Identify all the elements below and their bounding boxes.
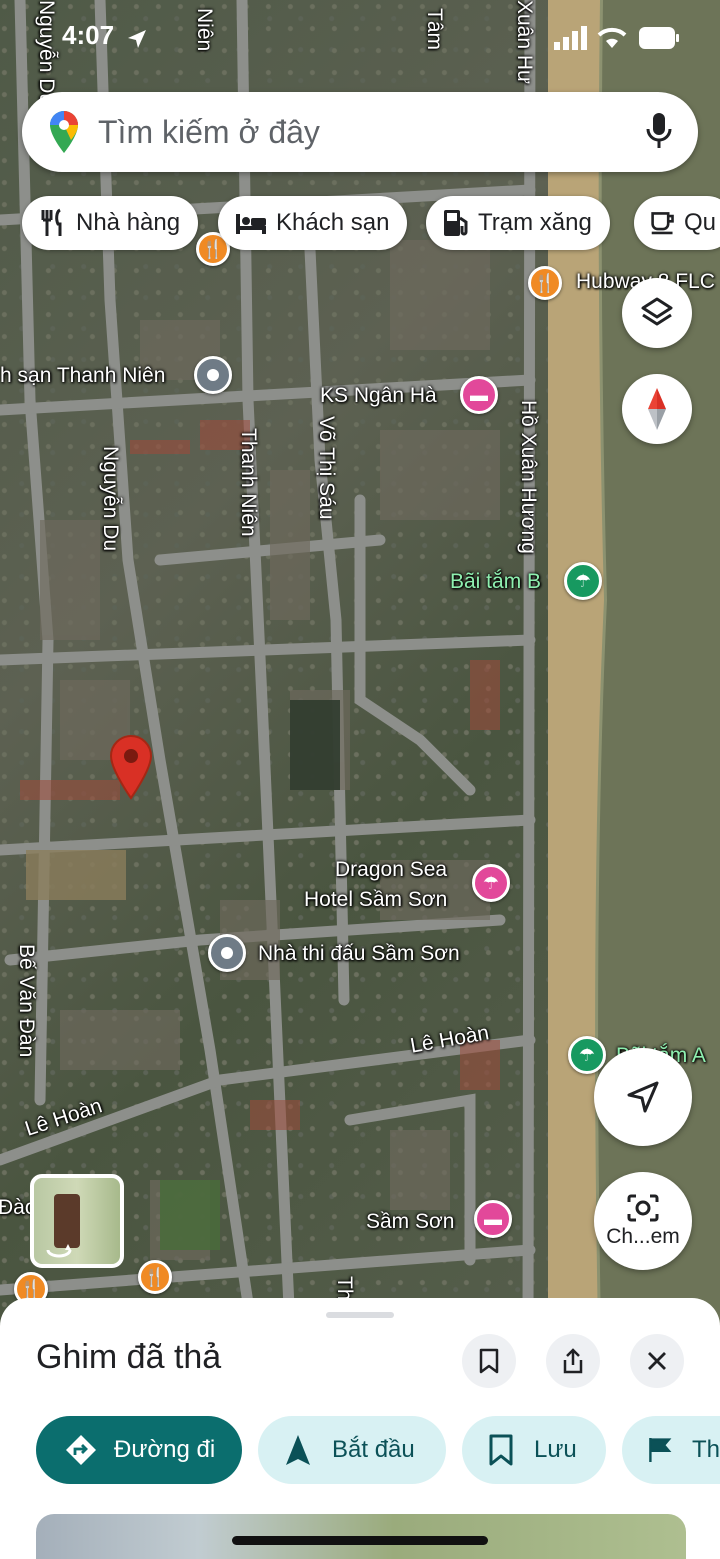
chip-label: Nhà hàng [76,209,181,236]
bottom-sheet[interactable]: Ghim đã thả Đường đi Bắt đầu Lưu Th [0,1298,720,1559]
street-label: Hồ Xuân Hương [517,400,540,554]
street-label: Tâm [423,8,446,50]
microphone-icon[interactable] [646,112,672,150]
chip-coffee[interactable]: Qu [634,196,720,250]
chip-hotels[interactable]: Khách sạn [218,196,408,250]
street-view-thumbnail[interactable] [30,1174,124,1268]
google-maps-pin-icon [50,111,78,153]
place-label[interactable]: Sầm Sơn [366,1210,454,1234]
beach-pin-icon[interactable]: ☂ [568,1036,606,1074]
lens-label: Ch...em [606,1225,680,1248]
chip-label: Trạm xăng [478,209,592,236]
directions-icon [66,1435,96,1465]
street-label: Thanh Niên [237,428,260,537]
bookmark-icon [489,1434,513,1466]
place-label[interactable]: Nhà thi đấu Sầm Sơn [258,942,460,966]
signal-icon [554,26,587,50]
place-label[interactable]: Hotel Sầm Sơn [304,888,447,912]
restaurant-pin-icon[interactable]: 🍴 [528,266,562,300]
home-indicator [232,1536,488,1545]
hotel-icon [236,214,266,234]
street-label: Võ Thị Sáu [315,416,338,520]
place-label[interactable]: h sạn Thanh Niên [0,364,165,388]
hotel-pin-icon[interactable]: ▬ [460,376,498,414]
wifi-icon [597,27,627,48]
place-label[interactable]: Dragon Sea [335,858,447,882]
share-button[interactable] [546,1334,600,1388]
street-label: Nguyễn Du [99,446,122,552]
place-label[interactable]: KS Ngân Hà [320,384,437,408]
chip-restaurants[interactable]: Nhà hàng [22,196,199,250]
camera-lens-icon [627,1194,659,1222]
share-icon [563,1348,583,1374]
search-input[interactable]: Tìm kiếm ở đây [98,114,320,151]
coffee-icon [651,212,674,235]
street-label: Nguyễn Du [35,0,58,106]
restaurant-pin-icon[interactable]: 🍴 [138,1260,172,1294]
sheet-drag-handle[interactable] [326,1312,394,1318]
action-label: Lưu [534,1436,577,1463]
status-time: 4:07 [62,20,115,50]
action-label: Th [691,1436,720,1463]
action-label: Bắt đầu [332,1436,415,1463]
close-icon [648,1352,666,1370]
place-label[interactable]: Bãi tắm B [450,570,541,594]
venue-pin-icon[interactable] [208,934,246,972]
chip-gas-stations[interactable]: Trạm xăng [426,196,610,250]
gas-station-icon [444,210,468,236]
lens-button[interactable]: Ch...em [594,1172,692,1270]
bookmark-icon [479,1348,499,1374]
layers-button[interactable] [622,278,692,348]
compass-icon [648,388,666,430]
flag-icon [649,1438,672,1462]
start-button[interactable]: Bắt đầu [258,1416,446,1484]
hotel-pin-icon[interactable] [194,356,232,394]
compass-button[interactable] [622,374,692,444]
chip-label: Khách sạn [276,209,390,236]
beach-pin-icon[interactable]: ☂ [564,562,602,600]
location-arrow-icon [128,30,146,48]
action-label: Đường đi [114,1436,216,1463]
my-location-button[interactable] [594,1048,692,1146]
street-label: Xuân Hư [513,0,536,85]
sheet-title: Ghim đã thả [36,1338,222,1376]
chip-label: Qu [683,209,716,236]
label-button[interactable]: Th [622,1416,720,1484]
close-button[interactable] [630,1334,684,1388]
dropped-pin-icon[interactable] [108,734,154,800]
battery-icon [639,27,679,49]
resort-pin-icon[interactable]: ☂ [472,864,510,902]
navigation-start-icon [286,1435,310,1465]
street-label: Bế Văn Đàn [15,944,38,1058]
restaurant-icon [41,208,62,236]
search-bar[interactable]: Tìm kiếm ở đây [22,92,698,172]
hotel-pin-icon[interactable]: ▬ [474,1200,512,1238]
rotate-360-icon [46,1244,72,1258]
navigation-arrow-icon [627,1081,659,1113]
directions-button[interactable]: Đường đi [36,1416,242,1484]
save-button[interactable]: Lưu [462,1416,606,1484]
layers-icon [641,297,673,326]
save-icon-button[interactable] [462,1334,516,1388]
street-label: Niên [193,8,216,52]
street-label: Th [333,1276,356,1301]
